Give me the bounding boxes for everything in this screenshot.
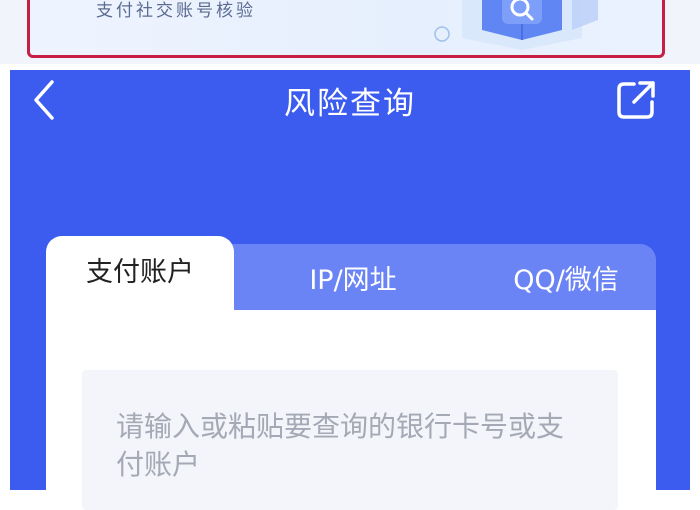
page-title: 风险查询 bbox=[284, 86, 416, 122]
card-body bbox=[46, 310, 656, 510]
account-query-input[interactable] bbox=[82, 370, 618, 510]
tab-payment-account[interactable]: 支付账户 bbox=[46, 236, 234, 310]
verification-banner[interactable]: 支付社交账号核验 bbox=[27, 0, 665, 58]
query-card: 支付账户 IP/网址 QQ/微信 bbox=[46, 236, 656, 510]
share-button[interactable] bbox=[614, 78, 658, 122]
banner-subtitle: 支付社交账号核验 bbox=[96, 1, 256, 21]
tab-qq-wechat[interactable]: QQ/微信 bbox=[476, 244, 656, 310]
risk-query-app: 风险查询 支付账户 IP/网址 QQ/微信 bbox=[10, 70, 690, 510]
share-external-icon bbox=[617, 81, 655, 119]
search-cube-icon bbox=[422, 0, 622, 55]
tab-ip-url[interactable]: IP/网址 bbox=[278, 244, 428, 310]
nav-bar: 风险查询 bbox=[10, 70, 690, 130]
